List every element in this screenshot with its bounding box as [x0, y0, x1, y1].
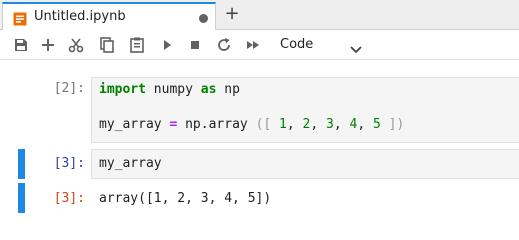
run-icon [157, 35, 177, 55]
chevron-down-icon [350, 40, 362, 54]
copy-button[interactable] [97, 35, 117, 55]
output-prompt: [3]: [53, 191, 85, 206]
code-line: my_array = np.array ([ 1, 2, 3, 4, 5 ]) [99, 117, 405, 132]
cell-type-dropdown[interactable]: Code [272, 35, 372, 55]
cell-output: array([1, 2, 3, 4, 5]) [99, 191, 272, 206]
stop-button[interactable] [185, 35, 205, 55]
run-button[interactable] [157, 35, 177, 55]
tab-untitled-notebook[interactable]: Untitled.ipynb [2, 2, 216, 30]
paste-button[interactable] [127, 35, 147, 55]
save-icon [11, 35, 31, 55]
add-icon [38, 35, 58, 55]
paste-icon [127, 35, 147, 55]
active-cell-collapser[interactable] [18, 149, 25, 179]
restart-icon [214, 35, 234, 55]
code-line: import numpy as np [99, 82, 240, 97]
insert-cell-button[interactable] [38, 35, 58, 55]
jupyter-notebook-window: Untitled.ipynb + Code [2]: import numpy … [0, 0, 519, 234]
code-line: my_array [99, 156, 162, 171]
tab-title: Untitled.ipynb [34, 9, 126, 24]
output-collapser[interactable] [18, 183, 25, 213]
cut-icon [66, 35, 86, 55]
restart-button[interactable] [214, 35, 234, 55]
cut-button[interactable] [66, 35, 86, 55]
notebook-icon [13, 11, 27, 26]
stop-icon [185, 35, 205, 55]
code-editor[interactable]: my_array [91, 149, 519, 179]
notebook-panel: [2]: import numpy as np my_array = np.ar… [0, 60, 519, 234]
unsaved-indicator[interactable] [199, 14, 208, 23]
tab-bar: Untitled.ipynb + [0, 0, 519, 30]
save-button[interactable] [11, 35, 31, 55]
fast-forward-icon [243, 35, 263, 55]
input-prompt: [2]: [53, 81, 85, 96]
copy-icon [97, 35, 117, 55]
notebook-toolbar: Code [0, 30, 519, 60]
input-prompt: [3]: [53, 156, 85, 171]
code-editor[interactable]: import numpy as np my_array = np.array (… [91, 77, 519, 143]
run-all-button[interactable] [243, 35, 263, 55]
cell-type-value: Code [280, 37, 314, 52]
new-tab-button[interactable]: + [221, 3, 243, 27]
